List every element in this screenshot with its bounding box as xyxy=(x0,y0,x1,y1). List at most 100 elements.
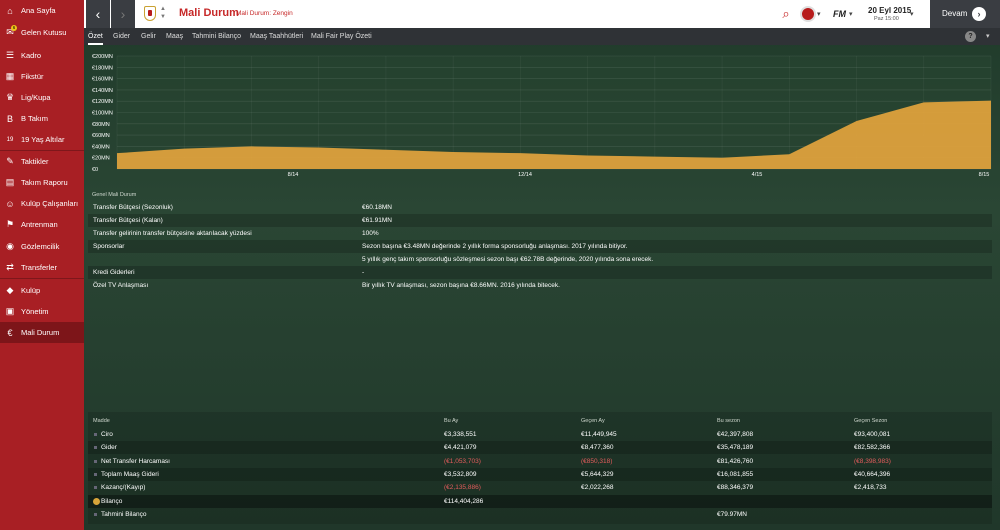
financial-summary: Genel Mali Durum Transfer Bütçesi (Sezon… xyxy=(88,186,992,298)
tab-wages[interactable]: Maaş xyxy=(166,28,183,45)
sidebar-item-label: Takım Raporu xyxy=(21,178,68,187)
table-cell: €8,477,360 xyxy=(581,444,614,452)
help-icon[interactable]: ? xyxy=(965,31,976,42)
column-header-item[interactable]: Madde xyxy=(93,418,110,424)
table-cell: €4,421,079 xyxy=(444,444,477,452)
top-bar: ‹ › ▲ ▼ Mali Durum Mali Durum: Zengin ⌕ ▾… xyxy=(84,0,1000,28)
club-crest-icon[interactable] xyxy=(144,6,156,21)
tactics-icon: ✎ xyxy=(6,156,14,166)
sidebar-item[interactable]: 19 19 Yaş Altılar xyxy=(0,129,84,150)
sidebar-item-label: Lig/Kupa xyxy=(21,93,51,102)
nation-flag-icon[interactable] xyxy=(800,6,816,22)
summary-value: Sezon başına €3.48MN değerinde 2 yıllık … xyxy=(362,243,628,250)
bullet-icon xyxy=(94,446,97,450)
sidebar-item-label: Mali Durum xyxy=(21,328,60,337)
sidebar-item-label: Gözlemcilik xyxy=(21,242,60,251)
table-cell: (€2,135,886) xyxy=(444,484,481,492)
x-tick-label: 8/15 xyxy=(979,172,990,178)
continue-button[interactable]: Devam › xyxy=(930,0,1000,28)
table-cell: €2,022,268 xyxy=(581,484,614,492)
u19-icon: 19 xyxy=(6,136,14,143)
sidebar-item-label: Ana Sayfa xyxy=(21,6,56,15)
table-row[interactable]: Gider €4,421,079 €8,477,360 €35,478,189 €82,… xyxy=(88,441,992,455)
table-row[interactable]: Bilanço €114,404,286 xyxy=(88,494,992,508)
bullet-icon xyxy=(94,459,97,463)
sidebar-item[interactable]: ⚑ Antrenman xyxy=(0,214,84,235)
tab-expenses[interactable]: Gider xyxy=(113,28,130,45)
summary-row: Transfer gelirinin transfer bütçesine ak… xyxy=(88,227,992,240)
sidebar-item[interactable]: ◆ Kulüp xyxy=(0,280,84,301)
summary-row: Kredi Giderleri - xyxy=(88,266,992,279)
summary-value: 5 yıllık genç takım sponsorluğu sözleşme… xyxy=(362,256,654,263)
sidebar-item-label: Kulüp Çalışanları xyxy=(21,199,79,208)
y-tick-label: €80MN xyxy=(92,122,110,128)
tab-overview[interactable]: Özet xyxy=(88,28,103,45)
continue-label: Devam xyxy=(942,9,968,18)
y-tick-label: €40MN xyxy=(92,144,110,150)
table-cell: €93,400,081 xyxy=(854,431,891,438)
date-display[interactable]: 20 Eyl 2015 Paz 15:00 ▾ xyxy=(862,0,936,28)
sidebar-item[interactable]: ⌂ Ana Sayfa xyxy=(0,0,84,21)
sidebar-item[interactable]: € Mali Durum xyxy=(0,322,84,343)
sidebar-item[interactable]: B B Takım xyxy=(0,108,84,129)
sidebar-item[interactable]: ▦ Fikstür xyxy=(0,66,84,87)
column-header-last-month[interactable]: Geçen Ay xyxy=(581,418,605,424)
club-switch-icon[interactable]: ▲ ▼ xyxy=(160,5,166,21)
summary-label: Transfer Bütçesi (Kalan) xyxy=(93,217,163,224)
table-cell: €5,644,329 xyxy=(581,470,614,478)
table-row[interactable]: Ciro €3,338,551 €11,449,945 €42,397,808 €93,… xyxy=(88,428,992,441)
sidebar-item-label: Fikstür xyxy=(21,72,44,81)
sidebar-item[interactable]: ✎ Taktikler xyxy=(0,151,84,172)
sidebar-item[interactable]: ✉ 6 Gelen Kutusu xyxy=(0,22,84,43)
sidebar-item[interactable]: ⇄ Transferler xyxy=(0,257,84,278)
x-tick-label: 12/14 xyxy=(518,172,532,178)
forward-button[interactable]: › xyxy=(111,0,135,28)
table-row[interactable]: Net Transfer Harcaması (€1,053,703) (€850,… xyxy=(88,455,992,468)
column-header-this-season[interactable]: Bu sezon xyxy=(717,418,740,424)
unread-badge: 6 xyxy=(11,25,17,31)
column-header-last-season[interactable]: Geçen Sezon xyxy=(854,418,887,424)
row-label: Tahmini Bilanço xyxy=(101,510,147,518)
table-row[interactable]: Kazanç/(Kayıp) (€2,135,886) €2,022,268 €88,… xyxy=(88,481,992,494)
summary-value: €61.91MN xyxy=(362,217,392,224)
arrow-right-icon: › xyxy=(972,7,986,21)
chevron-down-icon[interactable]: ▾ xyxy=(849,10,853,18)
club-icon: ◆ xyxy=(6,285,14,295)
sidebar-item[interactable]: ☺ Kulüp Çalışanları xyxy=(0,193,84,214)
sidebar-item[interactable]: ☰ Kadro xyxy=(0,45,84,66)
summary-title: Genel Mali Durum xyxy=(92,192,137,198)
sidebar-item-label: Yönetim xyxy=(21,307,49,316)
tab-ffp-summary[interactable]: Mali Fair Play Özeti xyxy=(311,28,372,45)
y-tick-label: €60MN xyxy=(92,133,110,139)
sidebar-item-label: Taktikler xyxy=(21,157,49,166)
back-button[interactable]: ‹ xyxy=(86,0,110,28)
report-icon: ▤ xyxy=(5,177,15,187)
balance-chart: €200MN €180MN €160MN €140MN €120MN €100MN €80M… xyxy=(84,45,1000,180)
chevron-down-icon[interactable]: ▾ xyxy=(986,32,990,40)
sidebar-item[interactable]: ▣ Yönetim xyxy=(0,301,84,322)
chevron-down-icon[interactable]: ▾ xyxy=(817,10,821,18)
search-icon[interactable]: ⌕ xyxy=(778,6,794,22)
y-tick-label: €180MN xyxy=(92,65,113,71)
column-header-this-month[interactable]: Bu Ay xyxy=(444,418,458,424)
bullet-icon xyxy=(94,486,97,490)
x-tick-label: 4/15 xyxy=(752,172,763,178)
finance-table: Madde Bu Ay Geçen Ay Bu sezon Geçen Sezo… xyxy=(88,412,992,524)
table-cell: (€850,318) xyxy=(581,457,613,465)
tab-projected-balance[interactable]: Tahmini Bilanço xyxy=(192,28,241,45)
tab-income[interactable]: Gelir xyxy=(141,28,156,45)
chevron-down-icon[interactable]: ▾ xyxy=(910,10,914,18)
sidebar-divider xyxy=(0,278,84,279)
tab-wage-commitments[interactable]: Maaş Taahhütleri xyxy=(250,28,303,45)
sidebar-item[interactable]: ♛ Lig/Kupa xyxy=(0,87,84,108)
sidebar-item[interactable]: ◉ Gözlemcilik xyxy=(0,236,84,257)
table-row[interactable]: Toplam Maaş Gideri €3,532,809 €5,644,329 €1… xyxy=(88,467,992,481)
table-row[interactable]: Tahmini Bilanço €79.97MN xyxy=(88,508,992,521)
table-cell: €42,397,808 xyxy=(717,431,754,438)
sidebar-item[interactable]: ▤ Takım Raporu xyxy=(0,172,84,193)
training-icon: ⚑ xyxy=(5,219,15,229)
table-cell: €79.97MN xyxy=(717,510,747,518)
y-tick-label: €160MN xyxy=(92,77,113,83)
table-cell: (€8,398,983) xyxy=(854,457,891,465)
table-cell: €40,664,396 xyxy=(854,470,891,478)
